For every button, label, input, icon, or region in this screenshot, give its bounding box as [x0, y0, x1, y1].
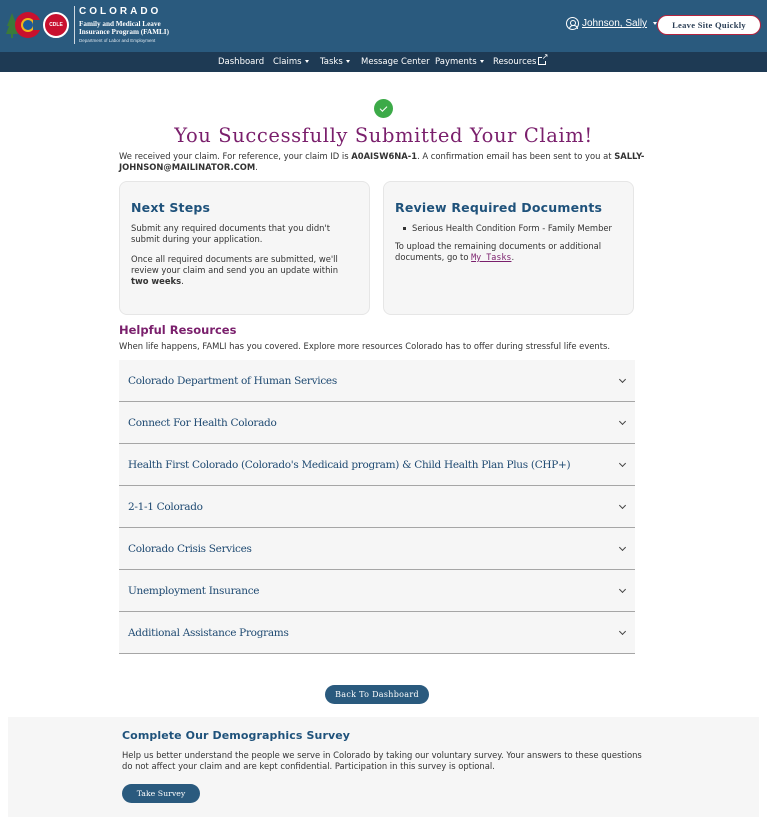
- caret-down-icon: [345, 60, 350, 63]
- chevron-down-icon: [618, 375, 627, 383]
- review-documents-card: Review Required Documents Serious Health…: [383, 181, 634, 315]
- next-steps-para2-end: .: [181, 276, 184, 286]
- accordion-item[interactable]: Connect For Health Colorado: [119, 402, 635, 444]
- confirmation-text: We received your claim. For reference, y…: [119, 151, 649, 173]
- back-to-dashboard-button[interactable]: Back To Dashboard: [325, 685, 429, 704]
- nav-resources[interactable]: Resources: [493, 53, 549, 67]
- required-document-item: Serious Health Condition Form - Family M…: [401, 223, 622, 234]
- accordion-item-label: Connect For Health Colorado: [128, 416, 277, 429]
- accordion-item[interactable]: Unemployment Insurance: [119, 570, 635, 612]
- upload-instructions-end: .: [511, 252, 515, 262]
- site-header: CDLE COLORADO Family and Medical Leave I…: [0, 0, 767, 52]
- logo-state: COLORADO: [79, 5, 162, 17]
- chevron-down-icon: [618, 459, 627, 467]
- chevron-down-icon: [618, 543, 627, 551]
- confirmation-text-part: . A confirmation email has been sent to …: [417, 151, 615, 161]
- accordion-item[interactable]: Colorado Crisis Services: [119, 528, 635, 570]
- nav-payments[interactable]: Payments: [435, 57, 484, 67]
- accordion-item-label: 2-1-1 Colorado: [128, 500, 203, 513]
- upload-instructions: To upload the remaining documents or add…: [395, 241, 622, 263]
- nav-claims[interactable]: Claims: [273, 57, 309, 67]
- survey-text: Help us better understand the people we …: [122, 750, 642, 771]
- success-title: You Successfully Submitted Your Claim!: [174, 124, 593, 147]
- logo-divider: [74, 6, 75, 44]
- logo-text: COLORADO Family and Medical Leave Insura…: [79, 5, 169, 44]
- next-steps-para1: Submit any required documents that you d…: [131, 223, 331, 244]
- accordion-item-label: Unemployment Insurance: [128, 584, 260, 597]
- next-steps-card: Next Steps Submit any required documents…: [119, 181, 370, 315]
- accordion-item[interactable]: 2-1-1 Colorado: [119, 486, 635, 528]
- caret-down-icon: [479, 60, 484, 63]
- nav-message-center[interactable]: Message Center: [361, 57, 430, 67]
- leave-site-quickly-button[interactable]: Leave Site Quickly: [657, 15, 761, 35]
- accordion-item[interactable]: Additional Assistance Programs: [119, 612, 635, 654]
- helpful-resources-title: Helpful Resources: [119, 323, 237, 337]
- confirmation-text-part: We received your claim. For reference, y…: [119, 151, 352, 161]
- caret-down-icon: [304, 60, 309, 63]
- resources-accordion: Colorado Department of Human Services Co…: [119, 360, 635, 654]
- nav-tasks[interactable]: Tasks: [320, 57, 350, 67]
- survey-title: Complete Our Demographics Survey: [122, 729, 351, 742]
- nav-dashboard-label: Dashboard: [218, 57, 265, 67]
- next-steps-timeframe: two weeks: [131, 276, 182, 286]
- accordion-item-label: Health First Colorado (Colorado's Medica…: [128, 458, 571, 471]
- next-steps-para2: Once all required documents are submitte…: [131, 254, 358, 287]
- cdle-badge-icon: CDLE: [43, 12, 69, 38]
- logo-program-line2: Insurance Program (FAMLI): [79, 27, 169, 36]
- user-menu[interactable]: Johnson, Sally: [566, 17, 658, 30]
- next-steps-title: Next Steps: [131, 200, 211, 215]
- accordion-item-label: Additional Assistance Programs: [128, 626, 289, 639]
- my-tasks-link[interactable]: My Tasks: [471, 252, 511, 262]
- user-account-icon: [566, 17, 579, 30]
- logo-program-line1: Family and Medical Leave: [79, 19, 161, 28]
- famli-logo[interactable]: CDLE COLORADO Family and Medical Leave I…: [6, 4, 169, 46]
- user-name[interactable]: Johnson, Sally: [582, 18, 647, 29]
- demographics-survey-panel: Complete Our Demographics Survey Help us…: [8, 717, 759, 817]
- required-documents-list: Serious Health Condition Form - Family M…: [401, 223, 622, 234]
- accordion-item[interactable]: Health First Colorado (Colorado's Medica…: [119, 444, 635, 486]
- nav-payments-label: Payments: [435, 57, 477, 67]
- chevron-down-icon: [618, 585, 627, 593]
- nav-dashboard[interactable]: Dashboard: [218, 57, 264, 67]
- logo-department: Department of Labor and Employment: [79, 37, 156, 43]
- helpful-resources-subtitle: When life happens, FAMLI has you covered…: [119, 341, 611, 351]
- accordion-item-label: Colorado Department of Human Services: [128, 374, 337, 387]
- accordion-item[interactable]: Colorado Department of Human Services: [119, 360, 635, 402]
- nav-claims-label: Claims: [273, 57, 302, 67]
- main-nav: Dashboard Claims Tasks Message Center Pa…: [0, 52, 767, 72]
- take-survey-button[interactable]: Take Survey: [122, 784, 200, 803]
- nav-message-center-label: Message Center: [361, 57, 430, 67]
- chevron-down-icon: [618, 501, 627, 509]
- external-link-icon: [538, 53, 549, 65]
- accordion-item-label: Colorado Crisis Services: [128, 542, 252, 555]
- next-steps-para2-text: Once all required documents are submitte…: [131, 254, 339, 275]
- confirmation-text-part: .: [255, 162, 258, 172]
- nav-tasks-label: Tasks: [320, 57, 343, 67]
- review-documents-title: Review Required Documents: [395, 200, 603, 215]
- nav-resources-label: Resources: [493, 57, 537, 67]
- claim-id: A0AISW6NA-1: [351, 151, 418, 161]
- chevron-down-icon: [618, 627, 627, 635]
- chevron-down-icon: [618, 417, 627, 425]
- colorado-c-logo-icon: [6, 10, 43, 40]
- success-check-icon: [374, 99, 393, 118]
